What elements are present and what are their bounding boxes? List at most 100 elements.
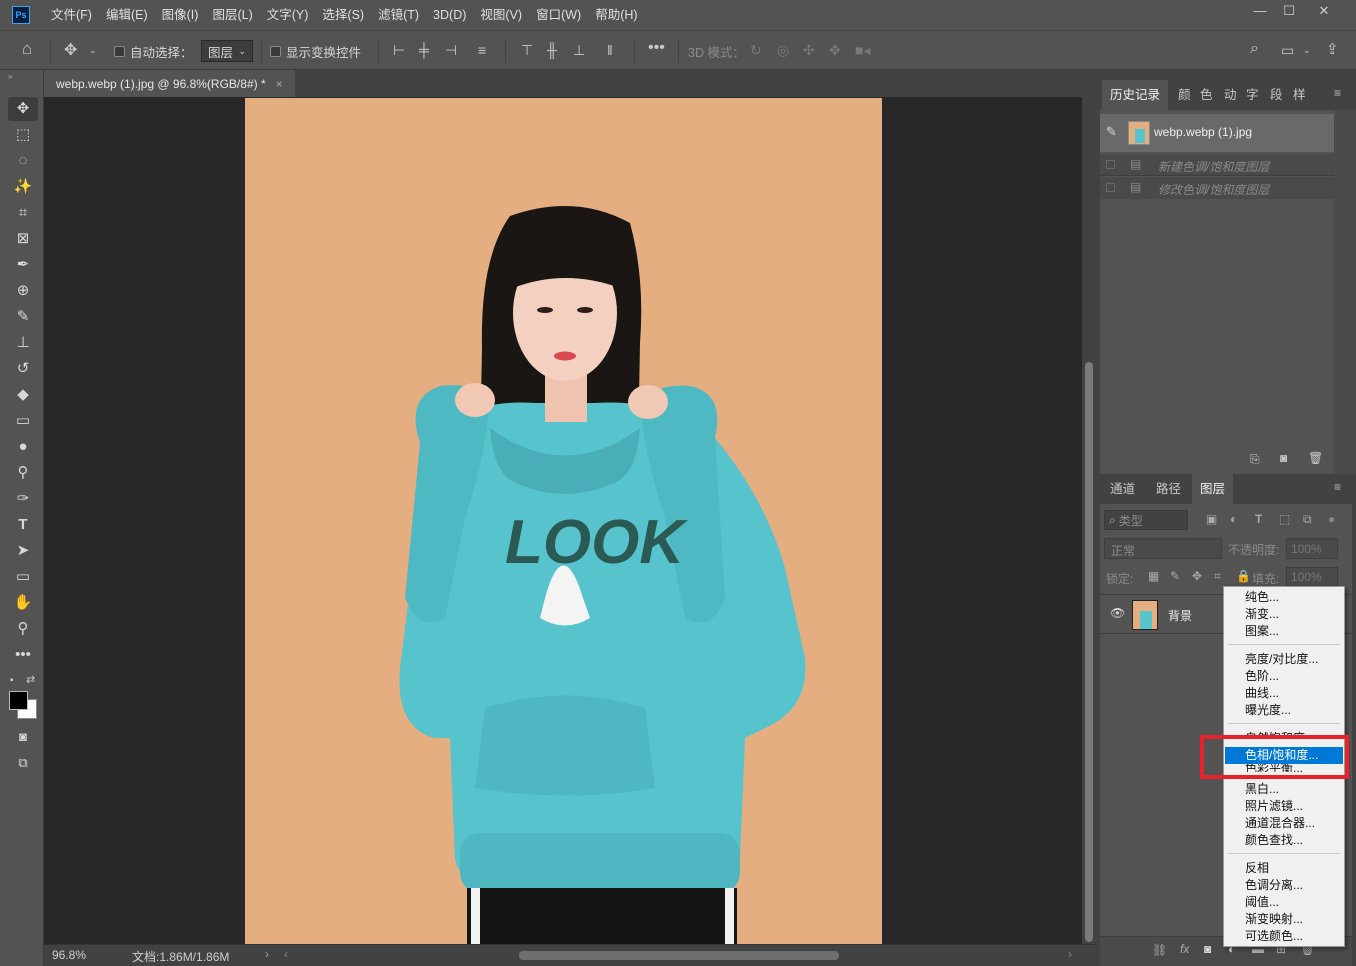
menu-file[interactable]: 文件(F) [44,0,99,30]
healing-tool-icon[interactable]: ⊕ [8,279,38,303]
swap-colors-icon[interactable]: ⇄ [26,673,35,686]
3d-camera-icon[interactable]: ■◂ [855,42,870,59]
more-options-icon[interactable]: ••• [648,39,665,57]
add-mask-icon[interactable]: ◙ [1204,942,1211,956]
vertical-scrollbar[interactable] [1082,97,1096,944]
restore-button[interactable]: ☐ [1273,0,1305,22]
auto-select-target-dropdown[interactable]: 图层 ⌄ [201,31,253,71]
align-bottom-icon[interactable]: ⊥ [573,42,585,59]
rectangle-tool-icon[interactable]: ▭ [8,565,38,589]
menu-item-selective-color[interactable]: 可选颜色... [1225,928,1343,945]
lock-image-icon[interactable]: ✎ [1170,569,1180,583]
menu-item-black-white[interactable]: 黑白... [1225,781,1343,798]
canvas-area[interactable]: LOOK [44,97,1082,944]
tab-swatches[interactable]: 色 [1200,80,1213,110]
distribute-vertical-icon[interactable]: ‖ [607,42,613,58]
search-icon[interactable]: ⌕ [1250,40,1259,58]
history-snapshot[interactable]: ✎ webp.webp (1).jpg [1100,114,1334,152]
tab-channels[interactable]: 通道 [1110,474,1135,504]
tab-color[interactable]: 颜 [1178,80,1191,110]
menu-3d[interactable]: 3D(D) [426,0,473,30]
panel-menu-icon[interactable]: ≡ [1334,86,1341,100]
frame-tool-icon[interactable]: ⊠ [8,227,38,251]
filter-smart-object-icon[interactable]: ⧉ [1303,512,1312,527]
menu-filter[interactable]: 滤镜(T) [371,0,426,30]
workspace-icon[interactable]: ▭ [1281,42,1294,59]
pen-tool-icon[interactable]: ✑ [8,487,38,511]
3d-pan-icon[interactable]: ✣ [803,42,815,59]
blur-tool-icon[interactable]: ● [8,435,38,459]
menu-item-solid-color[interactable]: 纯色... [1225,589,1343,606]
align-top-icon[interactable]: ⊤ [521,42,533,59]
history-state[interactable]: ▤ 新建色调/饱和度图层 [1100,154,1334,176]
new-document-icon[interactable]: ⎘ [1250,452,1260,467]
eyedropper-tool-icon[interactable]: ✒ [8,253,38,277]
tab-paragraph[interactable]: 段 [1270,80,1283,110]
zoom-tool-icon[interactable]: ⚲ [8,617,38,641]
align-right-icon[interactable]: ⊣ [445,42,457,59]
menu-type[interactable]: 文字(Y) [260,0,316,30]
menu-view[interactable]: 视图(V) [473,0,529,30]
zoom-level[interactable]: 96.8% [52,948,86,962]
close-window-button[interactable]: ✕ [1308,0,1340,22]
tab-actions[interactable]: 动 [1224,80,1237,110]
chevron-down-icon[interactable]: ⌄ [89,45,97,56]
distribute-icon[interactable]: ≡ [478,42,486,58]
menu-item-curves[interactable]: 曲线... [1225,685,1343,702]
menu-item-levels[interactable]: 色阶... [1225,668,1343,685]
history-brush-icon[interactable]: ✎ [1106,124,1117,140]
history-brush-tool-icon[interactable]: ↺ [8,357,38,381]
filter-pixel-icon[interactable]: ▣ [1206,512,1217,526]
auto-select-checkbox[interactable]: 自动选择： [114,31,193,71]
menu-item-gradient-map[interactable]: 渐变映射... [1225,911,1343,928]
filter-shape-icon[interactable]: ⬚ [1279,512,1290,526]
scroll-left-icon[interactable]: ‹ [284,947,288,961]
trash-icon[interactable]: 🗑 [1308,451,1323,465]
chevron-down-icon[interactable]: ⌄ [1303,45,1311,56]
tab-history[interactable]: 历史记录 [1102,80,1169,110]
lock-position-icon[interactable]: ✥ [1192,569,1202,583]
eraser-tool-icon[interactable]: ◆ [8,383,38,407]
lock-artboard-icon[interactable]: ⌗ [1214,569,1221,584]
scroll-right-icon[interactable]: › [1068,947,1072,961]
menu-item-photo-filter[interactable]: 照片滤镜... [1225,798,1343,815]
checkbox-icon[interactable] [1106,160,1115,169]
menu-item-invert[interactable]: 反相 [1225,860,1343,877]
filter-adjustment-icon[interactable]: ◐ [1230,512,1237,526]
3d-slide-icon[interactable]: ✥ [829,42,841,59]
move-tool-icon[interactable]: ✥ [8,97,38,121]
lock-all-icon[interactable]: 🔒 [1236,569,1251,583]
menu-item-posterize[interactable]: 色调分离... [1225,877,1343,894]
document-tab[interactable]: webp.webp (1).jpg @ 96.8%(RGB/8#) * × [44,70,295,97]
checkbox-icon[interactable] [270,45,281,57]
screen-mode-icon[interactable]: ⧉ [8,751,38,775]
dodge-tool-icon[interactable]: ⚲ [8,461,38,485]
stamp-tool-icon[interactable]: ⊥ [8,331,38,355]
scroll-thumb[interactable] [1085,362,1093,942]
checkbox-icon[interactable] [114,45,125,57]
tab-layers[interactable]: 图层 [1192,474,1234,504]
home-icon[interactable]: ⌂ [22,39,32,59]
layer-style-fx-icon[interactable]: fx [1180,942,1189,956]
layer-name[interactable]: 背景 [1168,607,1192,624]
quick-mask-icon[interactable]: ◙ [8,725,38,749]
lasso-tool-icon[interactable]: ◌ [8,149,38,173]
tab-styles[interactable]: 样 [1293,80,1306,110]
filter-type-icon[interactable]: T [1255,512,1262,526]
camera-icon[interactable]: ◙ [1280,451,1287,465]
move-tool-preset-icon[interactable]: ✥ [64,40,77,60]
collapse-icon[interactable]: » [8,72,12,81]
3d-roll-icon[interactable]: ◎ [777,42,789,59]
visibility-eye-icon[interactable]: 👁 [1110,606,1125,620]
type-tool-icon[interactable]: T [8,513,38,537]
menu-item-gradient[interactable]: 渐变... [1225,606,1343,623]
menu-item-color-lookup[interactable]: 颜色查找... [1225,832,1343,849]
horizontal-scroll-thumb[interactable] [519,951,839,960]
show-transform-checkbox[interactable]: 显示变换控件 [270,31,361,71]
3d-orbit-icon[interactable]: ↻ [750,42,762,59]
tab-character[interactable]: 字 [1246,80,1259,110]
default-colors-icon[interactable]: ▪ [10,675,14,686]
filter-toggle-icon[interactable]: ● [1328,512,1335,526]
marquee-tool-icon[interactable]: ⬚ [8,123,38,147]
checkbox-icon[interactable] [1106,183,1115,192]
